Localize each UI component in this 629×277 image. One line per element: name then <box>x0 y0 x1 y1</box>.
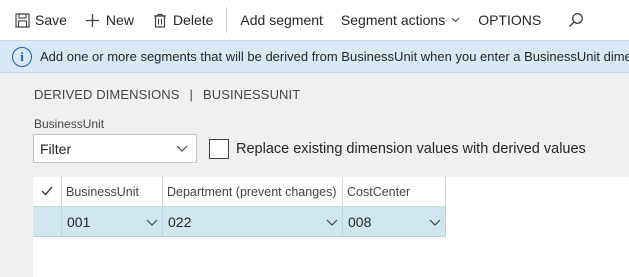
plus-icon <box>85 12 101 28</box>
info-message: Add one or more segments that will be de… <box>40 49 629 64</box>
search-icon <box>568 12 584 28</box>
business-unit-value: 001 <box>67 214 91 230</box>
chevron-down-icon[interactable] <box>429 219 441 226</box>
select-all-column[interactable] <box>33 177 62 207</box>
breadcrumb-separator: | <box>189 87 194 102</box>
column-header-department[interactable]: Department (prevent changes) <box>163 177 343 207</box>
chevron-down-icon[interactable] <box>146 219 158 226</box>
segment-actions-menu[interactable]: Segment actions <box>332 0 469 40</box>
breadcrumb: DERIVED DIMENSIONS | BUSINESSUNIT <box>34 87 300 102</box>
table-row[interactable]: 001 022 008 <box>33 207 446 237</box>
info-icon: i <box>12 46 32 67</box>
business-unit-filter-select[interactable]: Filter <box>33 134 197 163</box>
save-button[interactable]: Save <box>0 0 76 40</box>
cost-center-cell[interactable]: 008 <box>343 207 446 237</box>
add-segment-button[interactable]: Add segment <box>231 0 332 40</box>
save-icon <box>14 12 30 28</box>
grid-header: BusinessUnit Department (prevent changes… <box>33 177 446 207</box>
delete-button[interactable]: Delete <box>143 0 222 40</box>
new-label: New <box>105 12 134 28</box>
chevron-down-icon[interactable] <box>326 219 338 226</box>
save-label: Save <box>35 12 67 28</box>
chevron-down-icon <box>176 145 188 152</box>
segments-grid: BusinessUnit Department (prevent changes… <box>33 177 629 277</box>
row-select-cell[interactable] <box>33 207 62 237</box>
segment-actions-label: Segment actions <box>340 12 446 28</box>
info-message-bar: i Add one or more segments that will be … <box>0 40 629 73</box>
breadcrumb-current: BUSINESSUNIT <box>203 87 301 102</box>
department-value: 022 <box>168 214 192 230</box>
column-header-cost-center[interactable]: CostCenter <box>343 177 446 207</box>
delete-label: Delete <box>172 12 214 28</box>
action-toolbar: Save New Delete Add segment Segment acti… <box>0 0 629 40</box>
breadcrumb-parent[interactable]: DERIVED DIMENSIONS <box>34 87 180 102</box>
column-header-business-unit[interactable]: BusinessUnit <box>62 177 163 207</box>
trash-icon <box>152 12 168 28</box>
options-label: OPTIONS <box>478 12 542 28</box>
cost-center-value: 008 <box>348 214 372 230</box>
options-button[interactable]: OPTIONS <box>469 0 550 40</box>
filter-value: Filter <box>40 140 72 157</box>
replace-existing-checkbox[interactable] <box>209 139 229 159</box>
replace-existing-option[interactable]: Replace existing dimension values with d… <box>209 139 586 159</box>
business-unit-filter-label: BusinessUnit <box>34 117 105 131</box>
search-button[interactable] <box>550 0 598 40</box>
chevron-down-icon <box>451 17 460 23</box>
new-button[interactable]: New <box>76 0 143 40</box>
toolbar-divider <box>226 7 228 33</box>
business-unit-cell[interactable]: 001 <box>62 207 163 237</box>
add-segment-label: Add segment <box>240 12 323 28</box>
department-cell[interactable]: 022 <box>163 207 343 237</box>
checkmark-icon <box>41 185 53 199</box>
replace-existing-label: Replace existing dimension values with d… <box>236 141 586 157</box>
